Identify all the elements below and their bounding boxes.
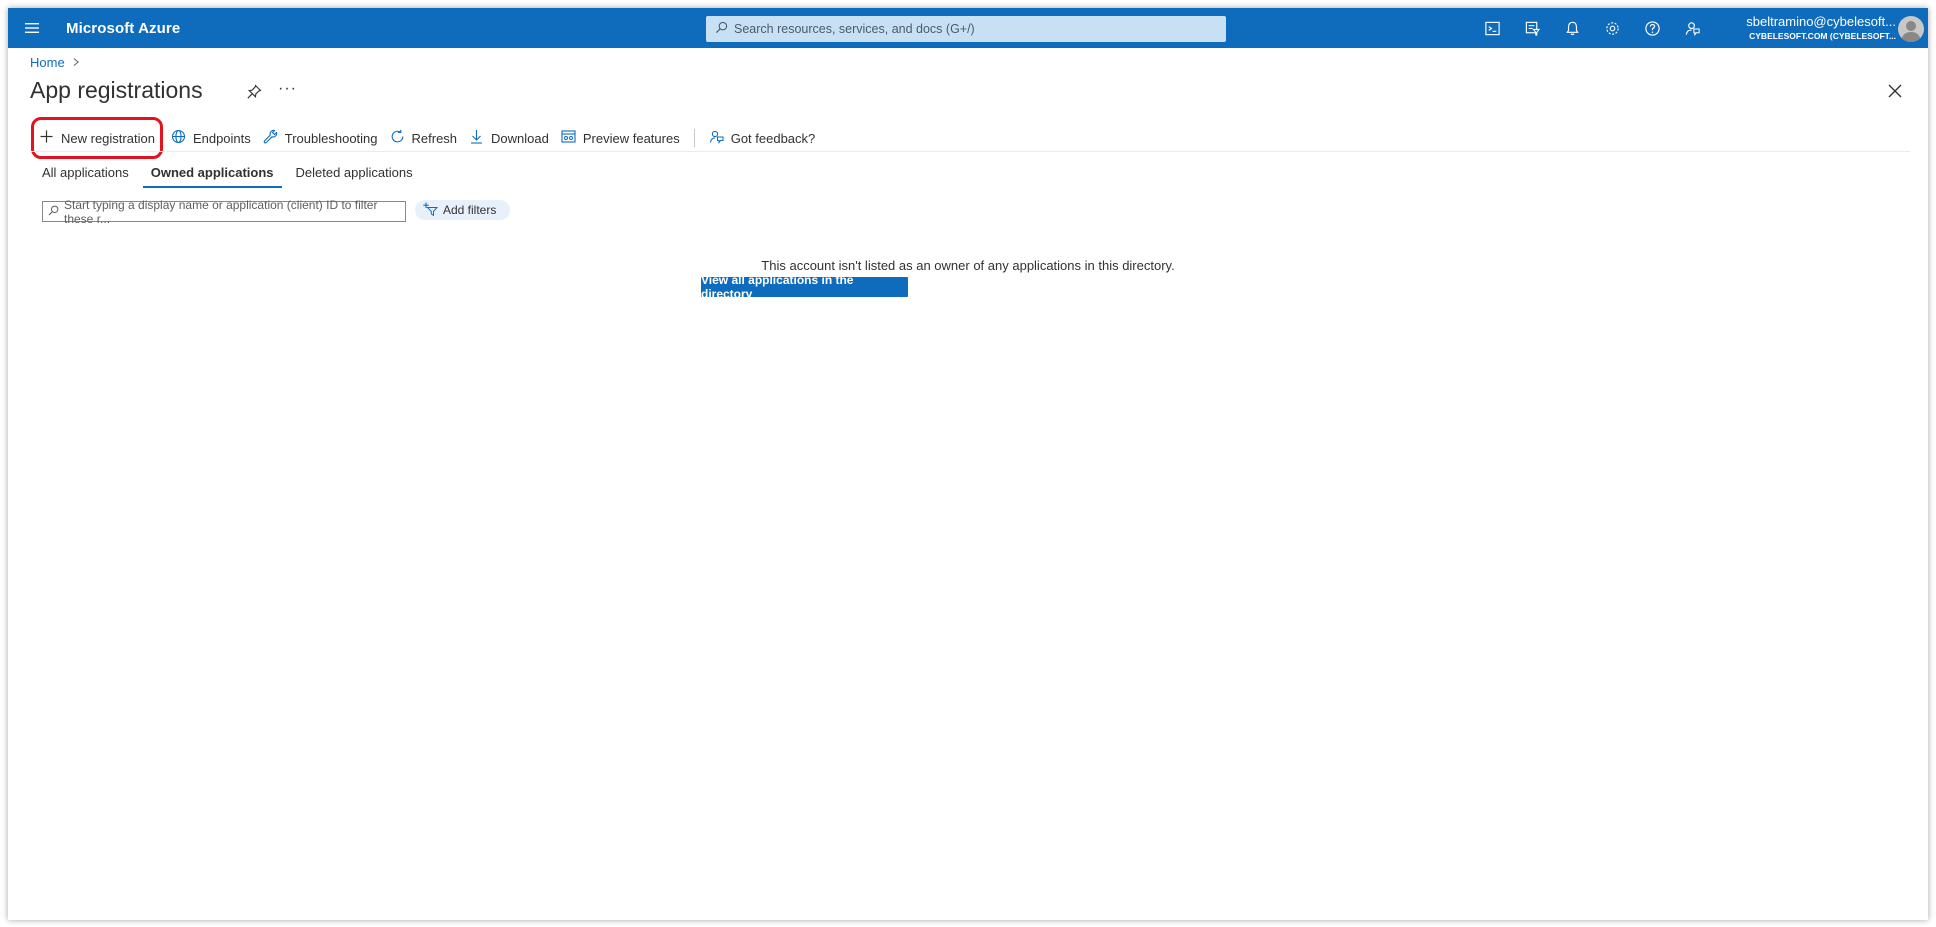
add-filters-label: Add filters (443, 203, 497, 217)
new-registration-label: New registration (61, 130, 155, 146)
download-button[interactable]: Download (463, 123, 555, 153)
tab-all-applications[interactable]: All applications (34, 158, 137, 188)
top-bar: Microsoft Azure Search resources, servic… (8, 8, 1928, 48)
global-search-input[interactable]: Search resources, services, and docs (G+… (706, 16, 1226, 42)
plus-icon (39, 129, 61, 147)
search-icon (706, 21, 734, 37)
brand-name[interactable]: Microsoft Azure (66, 20, 180, 37)
search-icon (43, 205, 64, 219)
endpoints-label: Endpoints (192, 130, 251, 146)
troubleshooting-button[interactable]: Troubleshooting (257, 123, 384, 153)
search-placeholder: Search resources, services, and docs (G+… (734, 22, 975, 36)
feedback-icon[interactable] (1672, 8, 1712, 48)
command-separator (693, 129, 695, 147)
refresh-label: Refresh (411, 130, 458, 146)
download-label: Download (491, 130, 549, 146)
avatar[interactable] (1898, 16, 1924, 42)
preview-features-label: Preview features (582, 130, 680, 146)
close-icon[interactable] (1886, 82, 1904, 100)
globe-icon (171, 129, 193, 147)
menu-icon[interactable] (12, 8, 52, 48)
add-filters-button[interactable]: Add filters (415, 200, 511, 220)
download-icon (469, 129, 491, 147)
directory-filter-icon[interactable] (1512, 8, 1552, 48)
account-email: sbeltramino@cybelesoft... (1746, 14, 1896, 29)
refresh-button[interactable]: Refresh (384, 123, 464, 153)
notifications-icon[interactable] (1552, 8, 1592, 48)
endpoints-button[interactable]: Endpoints (165, 123, 257, 153)
settings-icon[interactable] (1592, 8, 1632, 48)
filter-placeholder: Start typing a display name or applicati… (64, 197, 378, 226)
page-title: App registrations (30, 77, 203, 103)
top-icons (1472, 8, 1712, 48)
pin-icon[interactable] (246, 84, 262, 100)
breadcrumb-home-link[interactable]: Home (30, 55, 65, 70)
help-icon[interactable] (1632, 8, 1672, 48)
cloud-shell-icon[interactable] (1472, 8, 1512, 48)
account-tenant: CYBELESOFT.COM (CYBELESOFT... (1749, 31, 1896, 41)
account-info[interactable]: sbeltramino@cybelesoft... CYBELESOFT.COM… (1714, 14, 1896, 41)
command-bar-divider (30, 151, 1910, 152)
filter-input[interactable]: Start typing a display name or applicati… (42, 198, 406, 226)
more-options-icon[interactable]: ··· (278, 80, 297, 98)
feedback-button[interactable]: Got feedback? (703, 123, 822, 153)
empty-state-message: This account isn't listed as an owner of… (761, 258, 1175, 273)
tab-deleted-applications[interactable]: Deleted applications (288, 158, 421, 188)
preview-features-icon (561, 129, 583, 147)
view-all-applications-button[interactable]: View all applications in the directory (701, 273, 908, 301)
troubleshooting-label: Troubleshooting (284, 130, 378, 146)
breadcrumb: Home (30, 55, 80, 70)
feedback-label: Got feedback? (730, 130, 816, 146)
tab-owned-applications[interactable]: Owned applications (142, 158, 282, 188)
feedback-person-icon (709, 129, 731, 147)
chevron-right-icon (73, 55, 80, 70)
tab-list: All applications Owned applications Dele… (34, 158, 427, 188)
add-filter-icon (423, 202, 443, 219)
wrench-icon (263, 129, 285, 147)
preview-features-button[interactable]: Preview features (555, 123, 686, 153)
new-registration-button[interactable]: New registration (31, 117, 163, 159)
refresh-icon (390, 129, 412, 147)
portal-window: Microsoft Azure Search resources, servic… (8, 8, 1928, 920)
